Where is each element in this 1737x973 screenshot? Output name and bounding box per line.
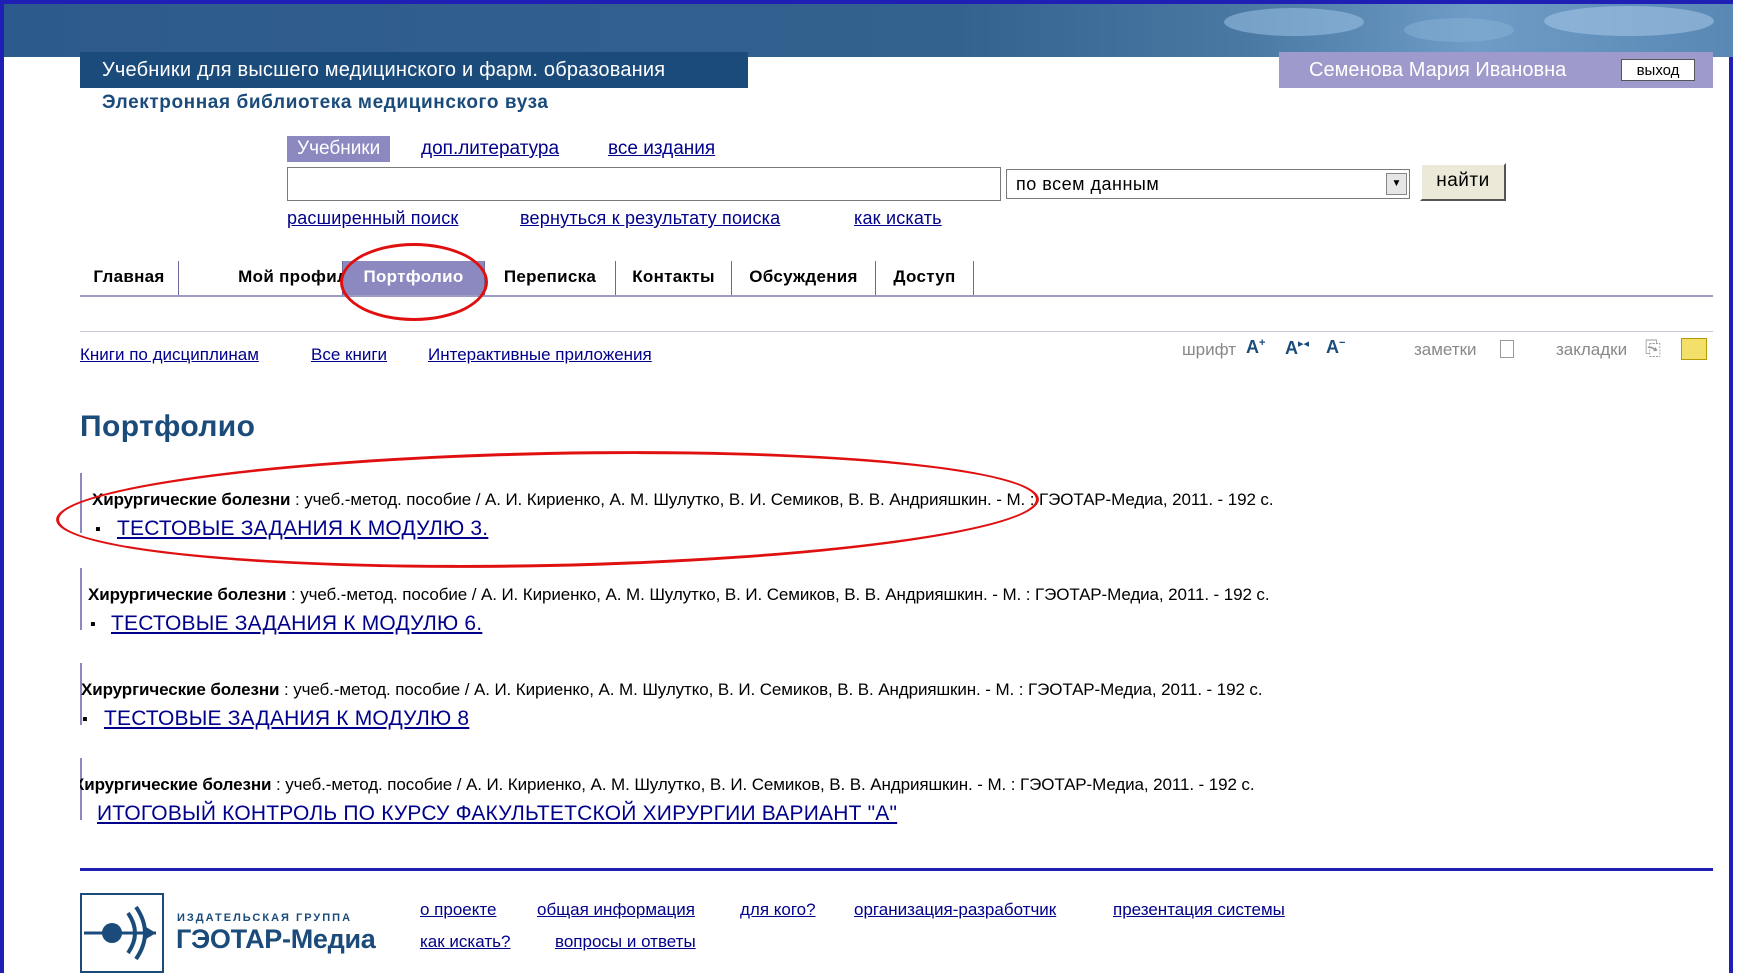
logo-graphic-icon	[84, 905, 156, 961]
publisher-logo	[80, 893, 164, 973]
header-banner	[4, 4, 1733, 57]
site-title: Учебники для высшего медицинского и фарм…	[80, 52, 748, 88]
entry-details: : учеб.-метод. пособие / А. И. Кириенко,…	[271, 775, 1255, 794]
entry-link[interactable]: ИТОГОВЫЙ КОНТРОЛЬ ПО КУРСУ ФАКУЛЬТЕТСКОЙ…	[97, 802, 897, 826]
bookmark-add-icon[interactable]: ⎘	[1645, 338, 1661, 361]
footer-link-presentation[interactable]: презентация системы	[1113, 900, 1285, 920]
notes-label: заметки	[1414, 340, 1477, 359]
entry-link[interactable]: ТЕСТОВЫЕ ЗАДАНИЯ К МОДУЛЮ 8	[104, 707, 469, 731]
footer-link-general-info[interactable]: общая информация	[537, 900, 695, 920]
search-scope-select[interactable]: по всем данным ▼	[1006, 169, 1410, 199]
entry-link[interactable]: ТЕСТОВЫЕ ЗАДАНИЯ К МОДУЛЮ 6.	[111, 612, 482, 636]
font-reset-icon[interactable]: A▸◂	[1285, 337, 1309, 359]
bookmarks-label: закладки	[1556, 340, 1628, 359]
nav-divider	[80, 295, 1713, 297]
entry-title: Хирургические болезни	[80, 775, 272, 794]
footer-divider	[80, 868, 1713, 871]
font-label: шрифт	[1182, 340, 1236, 359]
logout-button[interactable]: выход	[1621, 59, 1695, 81]
entry-citation: Хирургические болезни : учеб.-метод. пос…	[80, 775, 1255, 795]
site-subtitle: Электронная библиотека медицинского вуза	[102, 92, 549, 113]
books-by-discipline-link[interactable]: Книги по дисциплинам	[80, 345, 259, 365]
tab-discussions[interactable]: Обсуждения	[732, 261, 876, 295]
entry-title: Хирургические болезни	[88, 585, 287, 604]
interactive-apps-link[interactable]: Интерактивные приложения	[428, 345, 652, 365]
subnav-divider	[80, 331, 1713, 332]
search-scope-value: по всем данным	[1016, 174, 1160, 194]
page-title: Портфолио	[80, 410, 256, 443]
banner-decoration	[1404, 18, 1514, 42]
brand-caption: ИЗДАТЕЛЬСКАЯ ГРУППА	[177, 912, 353, 924]
advanced-search-link[interactable]: расширенный поиск	[287, 208, 459, 229]
entry-citation: Хирургические болезни : учеб.-метод. пос…	[88, 585, 1270, 605]
tab-contacts[interactable]: Контакты	[616, 261, 732, 295]
banner-decoration	[1224, 8, 1364, 36]
annotation-circle	[340, 243, 488, 321]
how-to-search-link[interactable]: как искать	[854, 208, 942, 229]
footer-link-for-whom[interactable]: для кого?	[740, 900, 816, 920]
user-panel: Семенова Мария Ивановна выход	[1279, 52, 1713, 88]
portfolio-entry: Хирургические болезни : учеб.-метод. пос…	[80, 663, 1720, 733]
font-decrease-icon[interactable]: A−	[1326, 337, 1345, 358]
brand-name: ГЭОТАР-Медиа	[176, 924, 376, 954]
portfolio-entry: Хирургические болезни : учеб.-метод. пос…	[80, 758, 1720, 828]
user-name: Семенова Мария Ивановна	[1309, 59, 1567, 81]
footer-link-faq[interactable]: вопросы и ответы	[555, 932, 696, 952]
footer-link-about[interactable]: о проекте	[420, 900, 496, 920]
entry-title: Хирургические болезни	[81, 680, 280, 699]
back-to-results-link[interactable]: вернуться к результату поиска	[520, 208, 780, 229]
entry-bar	[80, 568, 82, 630]
bookmarks-folder-icon[interactable]	[1681, 338, 1707, 360]
entry-citation: Хирургические болезни : учеб.-метод. пос…	[81, 680, 1263, 700]
font-increase-icon[interactable]: A+	[1246, 337, 1265, 358]
tab-access[interactable]: Доступ	[876, 261, 974, 295]
search-tab-additional[interactable]: доп.литература	[421, 136, 559, 162]
tab-home[interactable]: Главная	[80, 261, 179, 295]
all-books-link[interactable]: Все книги	[311, 345, 387, 365]
search-input[interactable]	[287, 167, 1001, 201]
portfolio-entry: Хирургические болезни : учеб.-метод. пос…	[80, 568, 1720, 638]
search-tab-textbooks[interactable]: Учебники	[287, 136, 391, 162]
banner-decoration	[1544, 6, 1714, 36]
entry-details: : учеб.-метод. пособие / А. И. Кириенко,…	[279, 680, 1263, 699]
tab-messages[interactable]: Переписка	[485, 261, 616, 295]
dropdown-arrow-icon[interactable]: ▼	[1386, 173, 1407, 195]
entry-details: : учеб.-метод. пособие / А. И. Кириенко,…	[286, 585, 1270, 604]
footer-link-how-to-search[interactable]: как искать?	[420, 932, 510, 952]
bullet-icon: ▪	[90, 616, 96, 633]
footer-link-developer[interactable]: организация-разработчик	[854, 900, 1056, 920]
bullet-icon: ▪	[82, 711, 88, 728]
search-button[interactable]: найти	[1420, 163, 1506, 201]
search-tab-all[interactable]: все издания	[608, 136, 715, 162]
notes-icon[interactable]	[1500, 340, 1514, 358]
